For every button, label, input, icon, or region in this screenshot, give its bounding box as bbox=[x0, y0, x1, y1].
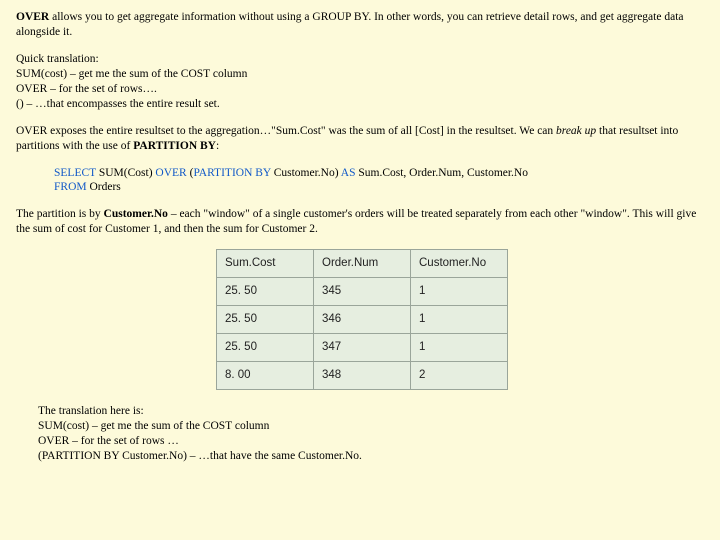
table-header: Customer.No bbox=[411, 250, 508, 278]
table-cell: 1 bbox=[411, 278, 508, 306]
text-line: SUM(cost) – get me the sum of the COST c… bbox=[38, 419, 704, 434]
text-line: Quick translation: bbox=[16, 52, 704, 67]
sql-line: FROM Orders bbox=[54, 180, 704, 195]
sql-text: Sum.Cost, Order.Num, Customer.No bbox=[358, 167, 528, 179]
text-line: The translation here is: bbox=[38, 404, 704, 419]
sql-line: SELECT SUM(Cost) OVER (PARTITION BY Cust… bbox=[54, 166, 704, 181]
table-header: Sum.Cost bbox=[217, 250, 314, 278]
text-line: OVER – for the set of rows…. bbox=[16, 82, 704, 97]
table-cell: 25. 50 bbox=[217, 306, 314, 334]
result-table: Sum.Cost Order.Num Customer.No 25. 50 34… bbox=[216, 249, 508, 390]
table-cell: 1 bbox=[411, 306, 508, 334]
table-row: 25. 50 346 1 bbox=[217, 306, 508, 334]
table-row: 8. 00 348 2 bbox=[217, 362, 508, 390]
final-translation-block: The translation here is: SUM(cost) – get… bbox=[38, 404, 704, 464]
sql-keyword: PARTITION BY bbox=[193, 167, 273, 179]
table-cell: 2 bbox=[411, 362, 508, 390]
sql-text: SUM(Cost) bbox=[99, 167, 156, 179]
sql-keyword: OVER bbox=[155, 167, 189, 179]
paragraph-partition-explain: The partition is by Customer.No – each "… bbox=[16, 207, 704, 237]
emphasis: break up bbox=[556, 125, 596, 137]
text: The partition is by bbox=[16, 208, 104, 220]
sql-code-block: SELECT SUM(Cost) OVER (PARTITION BY Cust… bbox=[54, 166, 704, 196]
table-cell: 25. 50 bbox=[217, 278, 314, 306]
table-row: 25. 50 347 1 bbox=[217, 334, 508, 362]
table-cell: 8. 00 bbox=[217, 362, 314, 390]
sql-keyword: FROM bbox=[54, 181, 89, 193]
table-header-row: Sum.Cost Order.Num Customer.No bbox=[217, 250, 508, 278]
paragraph-partition-by-intro: OVER exposes the entire resultset to the… bbox=[16, 124, 704, 154]
table-row: 25. 50 345 1 bbox=[217, 278, 508, 306]
table-cell: 347 bbox=[314, 334, 411, 362]
table-cell: 345 bbox=[314, 278, 411, 306]
text-line: () – …that encompasses the entire result… bbox=[16, 97, 704, 112]
text: : bbox=[216, 140, 219, 152]
text: allows you to get aggregate information … bbox=[16, 11, 684, 38]
sql-text: Customer.No) bbox=[274, 167, 341, 179]
text-line: SUM(cost) – get me the sum of the COST c… bbox=[16, 67, 704, 82]
table-cell: 348 bbox=[314, 362, 411, 390]
keyword-partition-by: PARTITION BY bbox=[133, 140, 216, 152]
text-line: OVER – for the set of rows … bbox=[38, 434, 704, 449]
table-cell: 25. 50 bbox=[217, 334, 314, 362]
table-cell: 1 bbox=[411, 334, 508, 362]
document-page: OVER allows you to get aggregate informa… bbox=[0, 0, 720, 486]
paragraph-over-intro: OVER allows you to get aggregate informa… bbox=[16, 10, 704, 40]
sql-keyword: SELECT bbox=[54, 167, 99, 179]
text: OVER exposes the entire resultset to the… bbox=[16, 125, 556, 137]
table-header: Order.Num bbox=[314, 250, 411, 278]
quick-translation-block: Quick translation: SUM(cost) – get me th… bbox=[16, 52, 704, 112]
text-line: (PARTITION BY Customer.No) – …that have … bbox=[38, 449, 704, 464]
keyword-over: OVER bbox=[16, 11, 49, 23]
sql-keyword: AS bbox=[341, 167, 359, 179]
table-cell: 346 bbox=[314, 306, 411, 334]
sql-text: Orders bbox=[89, 181, 120, 193]
keyword-customer-no: Customer.No bbox=[104, 208, 168, 220]
